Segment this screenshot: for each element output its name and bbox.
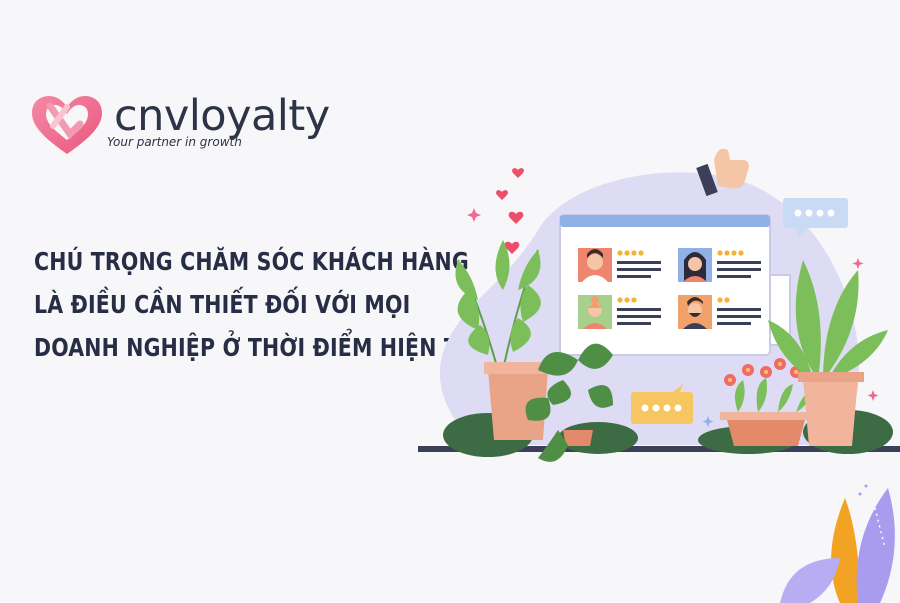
page: cnvloyalty Your partner in growth CHÚ TR… bbox=[0, 0, 900, 603]
brand-tagline: Your partner in growth bbox=[107, 135, 242, 149]
brand-logo[interactable]: cnvloyalty Your partner in growth bbox=[30, 91, 370, 162]
headline-line-1: CHÚ TRỌNG CHĂM SÓC KHÁCH HÀNG bbox=[34, 247, 469, 276]
decorative-leaves bbox=[780, 484, 895, 603]
heart-logo-icon bbox=[32, 96, 102, 154]
review-window bbox=[559, 214, 791, 356]
customer-review-illustration bbox=[418, 148, 900, 462]
headline-line-3: DOANH NGHIỆP Ở THỜI ĐIỂM HIỆN TẠI bbox=[34, 333, 482, 362]
heart-icon bbox=[496, 168, 524, 254]
headline-line-2: LÀ ĐIỀU CẦN THIẾT ĐỐI VỚI MỌI bbox=[34, 290, 411, 319]
headline: CHÚ TRỌNG CHĂM SÓC KHÁCH HÀNG LÀ ĐIỀU CẦ… bbox=[34, 240, 482, 369]
